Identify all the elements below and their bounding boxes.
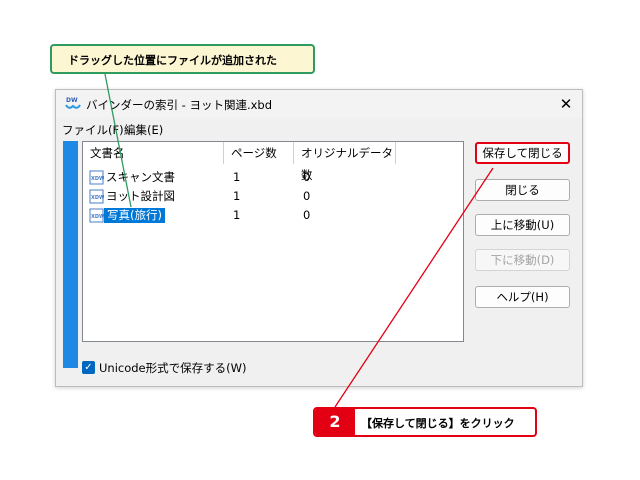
binder-index-dialog: DW バインダーの索引 - ヨット関連.xbd ✕ ファイル(F) 編集(E) … — [55, 89, 583, 387]
step-number-badge: 2 — [315, 409, 355, 435]
window-title: バインダーの索引 - ヨット関連.xbd — [86, 98, 273, 112]
doc-name: 写真(旅行) — [104, 208, 165, 223]
table-row-selected[interactable]: XDW 写真(旅行) 1 0 — [83, 206, 463, 225]
column-header-name[interactable]: 文書名 — [83, 142, 224, 164]
doc-pages: 1 — [233, 170, 241, 184]
doc-name: スキャン文書 — [106, 170, 175, 184]
drag-note-text: ドラッグした位置にファイルが追加された — [68, 54, 277, 67]
title-bar: DW バインダーの索引 - ヨット関連.xbd ✕ — [56, 90, 582, 118]
accent-bar — [63, 141, 78, 368]
table-row[interactable]: XDW スキャン文書 1 0 — [83, 168, 463, 187]
column-header-originals[interactable]: オリジナルデータ数 — [294, 142, 396, 182]
xdw-document-icon: XDW — [89, 189, 104, 204]
doc-originals: 0 — [303, 189, 311, 203]
doc-originals: 0 — [303, 208, 311, 222]
step-callout: 2 【保存して閉じる】をクリック — [313, 407, 537, 437]
unicode-checkbox[interactable]: ✓ — [82, 361, 95, 374]
help-button[interactable]: ヘルプ(H) — [475, 286, 570, 308]
doc-pages: 1 — [233, 189, 241, 203]
doc-pages: 1 — [233, 208, 241, 222]
menu-bar: ファイル(F) 編集(E) — [56, 118, 582, 138]
move-up-button[interactable]: 上に移動(U) — [475, 214, 570, 236]
move-down-button: 下に移動(D) — [475, 249, 570, 271]
doc-name: ヨット設計図 — [106, 189, 175, 203]
column-header-pages[interactable]: ページ数 — [224, 142, 294, 164]
close-button[interactable]: 閉じる — [475, 179, 570, 201]
step-instruction-text: 【保存して閉じる】をクリック — [361, 417, 515, 430]
table-row[interactable]: XDW ヨット設計図 1 0 — [83, 187, 463, 206]
dw-binder-icon: DW — [65, 97, 81, 109]
menu-edit[interactable]: 編集(E) — [124, 122, 163, 138]
svg-text:XDW: XDW — [91, 214, 104, 220]
xdw-document-icon: XDW — [89, 208, 104, 223]
svg-text:DW: DW — [66, 97, 78, 104]
menu-file[interactable]: ファイル(F) — [62, 122, 124, 138]
list-header: 文書名 ページ数 オリジナルデータ数 — [83, 142, 463, 182]
drag-note-callout: ドラッグした位置にファイルが追加された — [50, 44, 315, 74]
svg-text:XDW: XDW — [91, 195, 104, 201]
save-and-close-button[interactable]: 保存して閉じる — [475, 142, 570, 164]
xdw-document-icon: XDW — [89, 170, 104, 185]
doc-originals: 0 — [303, 170, 311, 184]
document-list[interactable]: 文書名 ページ数 オリジナルデータ数 XDW スキャン文書 1 0 XDW ヨッ… — [82, 141, 464, 342]
close-icon[interactable]: ✕ — [556, 94, 576, 114]
svg-text:XDW: XDW — [91, 176, 104, 182]
unicode-checkbox-label[interactable]: Unicode形式で保存する(W) — [99, 360, 246, 376]
